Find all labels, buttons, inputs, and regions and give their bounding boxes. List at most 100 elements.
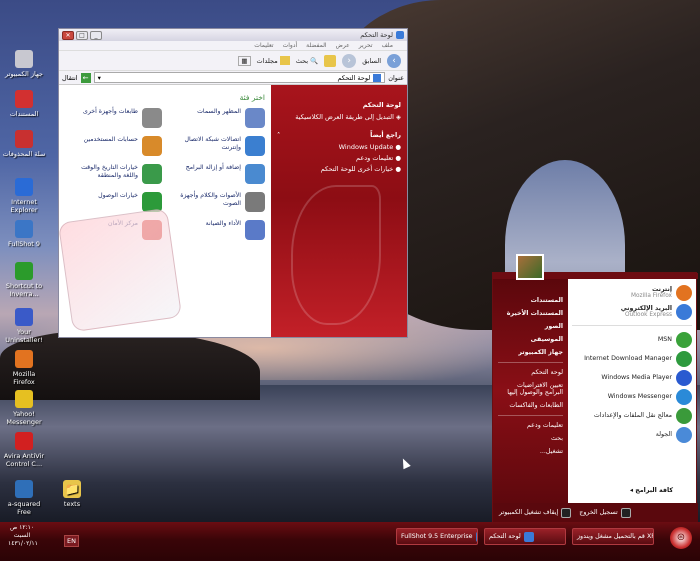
idm-icon <box>676 350 692 367</box>
menu-item[interactable]: تحرير <box>359 42 373 49</box>
program-item[interactable]: Windows Messenger <box>572 387 692 406</box>
taskbar: ⊛ FullShot 9.5 Enterprise لوحة التحكم قم ب… <box>0 522 700 561</box>
address-field[interactable]: لوحة التحكم ▾ <box>93 72 386 83</box>
program-item[interactable]: معالج نقل الملفات والإعدادات <box>572 406 692 425</box>
appearance-icon <box>245 108 265 128</box>
program-item[interactable]: الجولة <box>572 425 692 444</box>
program-item[interactable]: البريد الإلكتروني Outlook Express <box>572 302 692 321</box>
program-title: معالج نقل الملفات والإعدادات <box>593 412 672 419</box>
menu-item[interactable]: المفضلة <box>306 42 326 49</box>
desktop-icon[interactable]: Yahoo! Messenger <box>2 390 46 426</box>
desktop-icon[interactable]: Internet Explorer <box>2 178 46 214</box>
up-folder-icon[interactable] <box>324 54 337 67</box>
taskbar-button-label: FullShot 9.5 Enterprise <box>401 533 473 540</box>
desktop-icon-label: المستندات <box>9 110 39 118</box>
language-indicator[interactable]: EN <box>64 535 79 547</box>
desktop-icon[interactable]: Mozilla Firefox <box>2 350 46 386</box>
program-item[interactable]: Windows Media Player <box>572 368 692 387</box>
category-link[interactable]: الأصوات والكلام وأجهزة الصوت <box>168 192 265 212</box>
key-icon <box>620 507 631 518</box>
program-title: Windows Messenger <box>607 393 672 400</box>
desktop-icon[interactable]: جهاز الكمبيوتر <box>2 50 46 78</box>
taskbar-button[interactable]: قم بالتحميل مشغل ويندوز XP... <box>572 528 654 545</box>
start-menu-place[interactable]: الصور <box>498 323 563 330</box>
category-link[interactable]: طابعات وأجهزة أخرى <box>65 108 162 128</box>
see-also-link[interactable]: ● خيارات أخرى للوحة التحكم <box>277 165 401 173</box>
window-title-text: لوحة التحكم <box>360 31 393 39</box>
all-programs-button[interactable]: ◂ كافة البرامج <box>573 487 673 499</box>
clock-date: ١٤٣١/٠٢/١١ <box>8 540 38 547</box>
desktop-icon[interactable]: a-squared Free <box>2 480 46 516</box>
desktop-icon-texts[interactable]: 📁 texts <box>50 480 94 508</box>
network-icon <box>245 136 265 156</box>
back-button[interactable]: ‹ <box>387 53 401 68</box>
category-link[interactable]: حسابات المستخدمين <box>65 136 162 156</box>
category-link[interactable]: إضافة أو إزالة البرامج <box>168 164 265 184</box>
window-titlebar[interactable]: ✕ □ _ لوحة التحكم <box>59 29 407 41</box>
logoff-button[interactable]: تسجيل الخروج <box>579 507 631 518</box>
desktop-icon-label: Mozilla Firefox <box>12 370 36 386</box>
desktop-icon[interactable]: FullShot 9 <box>2 220 46 248</box>
desktop-icon[interactable]: سلة المحذوفات <box>2 130 46 158</box>
category-link[interactable]: اتصالات شبكة الاتصال وإنترنت <box>168 136 265 156</box>
see-also-label: راجع أيضاً <box>370 131 401 139</box>
see-also-link[interactable]: ● Windows Update <box>277 143 401 151</box>
maximize-button[interactable]: □ <box>76 30 88 40</box>
search-button[interactable]: بحث 🔍 <box>296 57 318 65</box>
clock[interactable]: ١٢:١٠ ص السبت ١٤٣١/٠٢/١١ <box>8 524 38 548</box>
program-item[interactable]: MSN <box>572 330 692 349</box>
control-panel-watermark <box>57 207 183 333</box>
desktop-icon-label: Internet Explorer <box>10 198 38 214</box>
chevron-down-icon[interactable]: ▾ <box>98 74 101 82</box>
close-button[interactable]: ✕ <box>62 30 74 40</box>
start-button[interactable]: ⊛ <box>670 527 692 549</box>
category-link[interactable]: الأداء والصيانة <box>168 220 265 240</box>
transfer-wizard-icon <box>676 407 692 424</box>
category-link[interactable]: خيارات الوصول <box>65 192 162 212</box>
taskbar-button[interactable]: FullShot 9.5 Enterprise <box>396 528 478 545</box>
menu-item[interactable]: أدوات <box>283 42 298 49</box>
desktop-icon[interactable]: Your Uninstaller! <box>2 308 46 344</box>
taskbar-button[interactable]: لوحة التحكم <box>484 528 566 545</box>
program-item[interactable]: Internet Download Manager <box>572 349 692 368</box>
category-link[interactable]: المظهر والسمات <box>168 108 265 128</box>
see-also-link[interactable]: ● تعليمات ودعم <box>277 154 401 162</box>
start-menu-place[interactable]: تعيين الافتراضيات البرامج والوصول إليها <box>498 382 563 396</box>
toolbar: ‹ السابق › بحث 🔍 مجلدات ▦ <box>59 51 407 71</box>
menu-item[interactable]: تعليمات <box>254 42 273 49</box>
program-text: الجولة <box>656 431 672 438</box>
start-menu-place[interactable]: تعليمات ودعم <box>498 422 563 429</box>
start-menu-place[interactable]: الموسيقى <box>498 336 563 343</box>
start-menu-place[interactable]: لوحة التحكم <box>498 369 563 376</box>
go-button[interactable]: ← <box>80 72 91 83</box>
start-menu-place[interactable]: بحث <box>498 435 563 442</box>
folders-button[interactable]: مجلدات <box>257 56 290 65</box>
start-menu-place[interactable]: المستندات <box>498 297 563 304</box>
program-text: إنترنت Mozilla Firefox <box>631 286 672 300</box>
recycle-bin-icon <box>15 130 33 148</box>
program-text: Windows Media Player <box>601 374 672 381</box>
see-also-header[interactable]: راجع أيضاً ˄ <box>277 131 401 139</box>
minimize-button[interactable]: _ <box>90 30 102 40</box>
messenger-icon <box>676 388 692 405</box>
switch-view-link[interactable]: ◈ التبديل إلى طريقة العرض الكلاسيكية <box>277 113 401 121</box>
views-button[interactable]: ▦ <box>238 55 251 66</box>
start-menu-place[interactable]: جهاز الكمبيوتر <box>498 349 563 356</box>
category-link[interactable]: خيارات التاريخ والوقت واللغة والمنطقة <box>65 164 162 184</box>
menu-item[interactable]: عرض <box>336 42 350 49</box>
forward-button[interactable]: › <box>342 53 357 68</box>
program-item[interactable]: إنترنت Mozilla Firefox <box>572 283 692 302</box>
user-avatar[interactable] <box>516 254 544 280</box>
start-menu-place[interactable]: المستندات الأخيرة <box>498 310 563 317</box>
desktop-icon[interactable]: Shortcut to Inverra... <box>2 262 46 298</box>
desktop-icon[interactable]: المستندات <box>2 90 46 118</box>
start-menu-place[interactable]: الطابعات والفاكسات <box>498 402 563 409</box>
menu-item[interactable]: ملف <box>382 42 393 49</box>
program-title: Windows Media Player <box>601 374 672 381</box>
separator <box>572 325 692 326</box>
control-panel-icon <box>523 531 534 542</box>
folders-label: مجلدات <box>256 56 278 65</box>
desktop-icon[interactable]: Avira AntiVir Control C... <box>2 432 46 468</box>
shutdown-button[interactable]: إيقاف تشغيل الكمبيوتر <box>499 507 572 518</box>
start-menu-place[interactable]: تشغيل... <box>498 448 563 455</box>
